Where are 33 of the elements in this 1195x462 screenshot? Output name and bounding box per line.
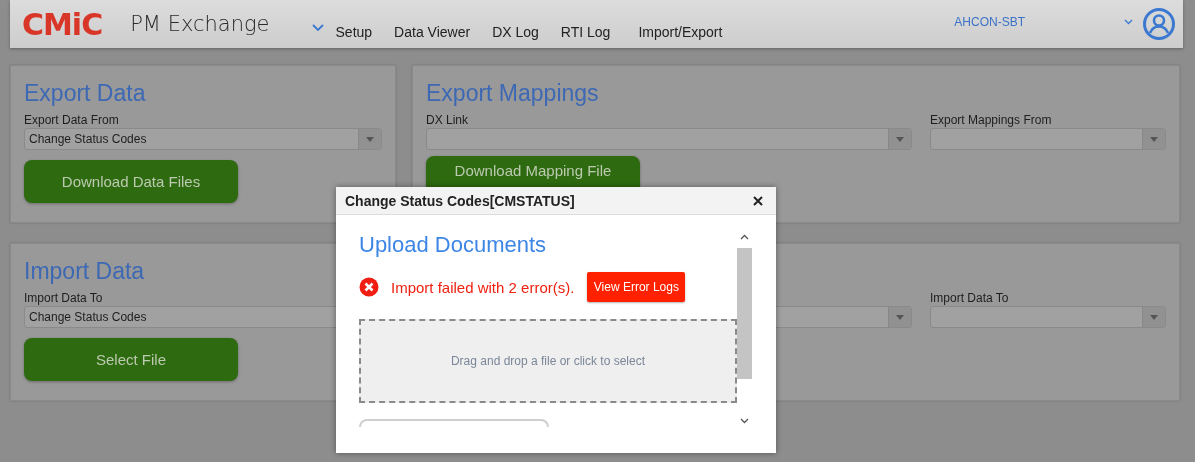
- logo: CMiC: [22, 6, 103, 42]
- drop-zone[interactable]: Drag and drop a file or click to select: [359, 319, 737, 403]
- panel-title: Export Data: [24, 79, 147, 108]
- view-error-logs-button[interactable]: View Error Logs: [587, 272, 686, 302]
- dropdown-field[interactable]: [426, 128, 912, 150]
- dropdown-field[interactable]: [930, 128, 1166, 150]
- error-message: Import failed with 2 error(s).: [391, 278, 575, 296]
- app-title: PM Exchange: [130, 12, 270, 36]
- close-icon[interactable]: [753, 195, 763, 206]
- dialog-heading: Upload Documents: [359, 231, 548, 259]
- select-file-button[interactable]: Select File: [24, 338, 238, 381]
- company-selector[interactable]: AHCON-SBT: [954, 15, 1025, 29]
- chevron-down-icon[interactable]: [311, 24, 324, 32]
- nav-link[interactable]: Data Viewer: [394, 24, 471, 40]
- field-label: Export Data From: [24, 112, 120, 128]
- error-icon: [359, 277, 379, 297]
- panel-title: Import Data: [24, 257, 146, 286]
- dropdown-field[interactable]: [930, 306, 1166, 328]
- user-avatar-icon[interactable]: [1143, 8, 1175, 40]
- nav-link[interactable]: RTI Log: [560, 24, 611, 40]
- nav-link[interactable]: Import/Export: [638, 24, 723, 40]
- field-label: Import Data To: [930, 290, 1010, 306]
- panel-title: Export Mappings: [426, 79, 600, 108]
- field-label: DX Link: [426, 112, 470, 128]
- partial-button[interactable]: [359, 419, 549, 427]
- nav-link[interactable]: DX Log: [492, 24, 539, 40]
- field-label: Export Mappings From: [930, 112, 1053, 128]
- chevron-down-icon[interactable]: [1124, 19, 1133, 25]
- field-label: Import Data To: [24, 290, 104, 306]
- nav-link[interactable]: Setup: [335, 24, 373, 40]
- drop-zone-hint: Drag and drop a file or click to select: [450, 354, 646, 368]
- download-button[interactable]: Download Data Files: [24, 160, 238, 203]
- dropdown-field[interactable]: Change Status Codes: [24, 128, 382, 150]
